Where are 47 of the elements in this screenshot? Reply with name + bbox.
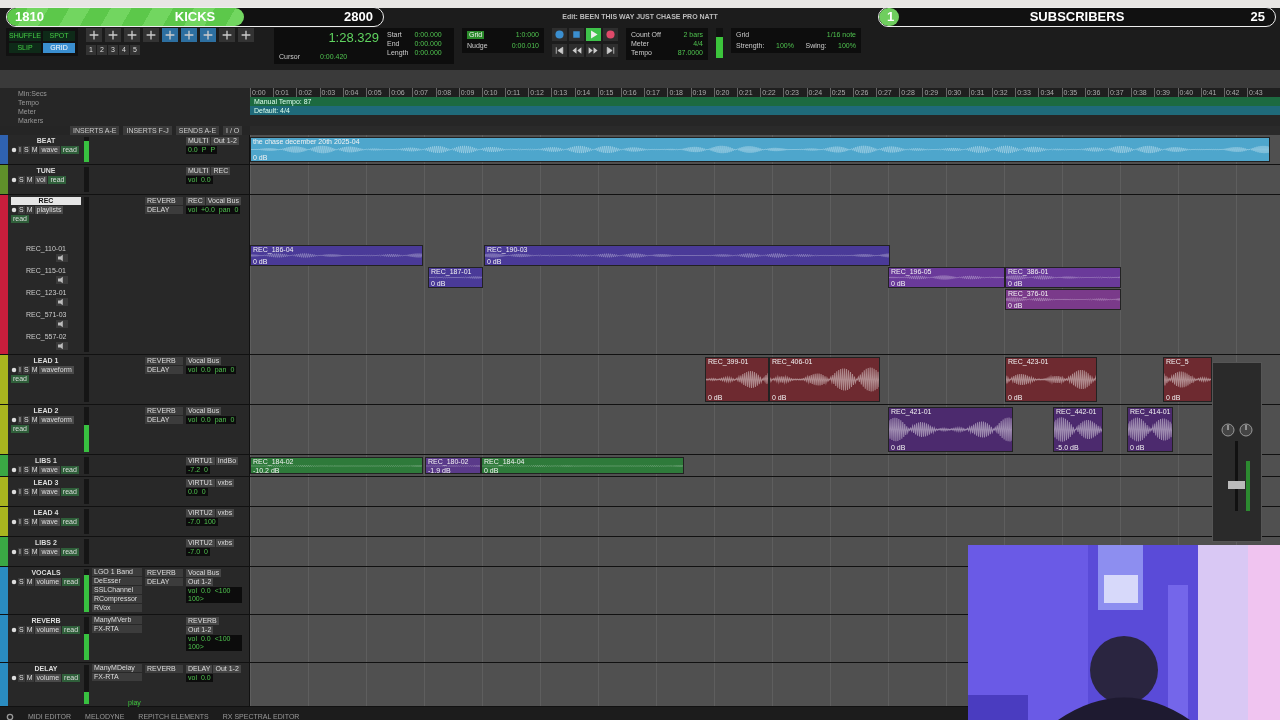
settings-icon[interactable] [6, 713, 14, 720]
input-meter [716, 28, 723, 58]
tool-icon[interactable] [143, 28, 159, 42]
stop-icon[interactable] [569, 28, 584, 41]
rewind-icon[interactable] [569, 44, 584, 57]
record-enable-icon[interactable] [11, 489, 17, 495]
go-to-end-icon[interactable] [603, 44, 618, 57]
record-enable-icon[interactable] [11, 675, 17, 681]
return-to-start-icon[interactable] [552, 44, 567, 57]
speaker-icon[interactable] [56, 298, 68, 306]
record-enable-icon[interactable] [11, 467, 17, 473]
tool-icon[interactable] [162, 28, 178, 42]
speaker-icon[interactable] [56, 342, 68, 350]
tool-icon[interactable] [200, 28, 216, 42]
record-enable-icon[interactable] [11, 627, 17, 633]
record-enable-icon[interactable] [11, 177, 17, 183]
tool-icon[interactable] [105, 28, 121, 42]
speaker-icon[interactable] [56, 254, 68, 262]
record-enable-icon[interactable] [11, 147, 17, 153]
speaker-icon[interactable] [56, 320, 68, 328]
waveform-drawing [1128, 415, 1172, 444]
fast-forward-icon[interactable] [586, 44, 601, 57]
tool-icon[interactable] [238, 28, 254, 42]
knob-icon[interactable] [1239, 423, 1253, 437]
record-enable-icon[interactable] [11, 549, 17, 555]
record-enable-icon[interactable] [11, 579, 17, 585]
goal-target: 2800 [344, 10, 373, 24]
record-enable-icon[interactable] [11, 367, 17, 373]
waveform-drawing [1054, 415, 1102, 444]
goal-count: 1 [887, 10, 895, 24]
knob-icon[interactable] [1221, 423, 1235, 437]
record-enable-icon[interactable] [11, 417, 17, 423]
record-icon[interactable] [603, 28, 618, 41]
tool-icon[interactable] [86, 28, 102, 42]
goal-target: 25 [1250, 10, 1265, 24]
record-enable-icon[interactable] [11, 519, 17, 525]
tool-icon[interactable] [124, 28, 140, 42]
record-enable-icon[interactable] [11, 207, 17, 213]
speaker-icon[interactable] [56, 276, 68, 284]
waveform-drawing [429, 275, 482, 280]
online-icon[interactable] [552, 28, 567, 41]
main-counter: 1:28.329 [328, 31, 379, 45]
goal-label: KICKS [174, 10, 216, 24]
goal-count: 1810 [15, 10, 44, 24]
tool-icon[interactable] [219, 28, 235, 42]
tool-icon[interactable] [181, 28, 197, 42]
goal-label: SUBSCRIBERS [1029, 10, 1125, 24]
